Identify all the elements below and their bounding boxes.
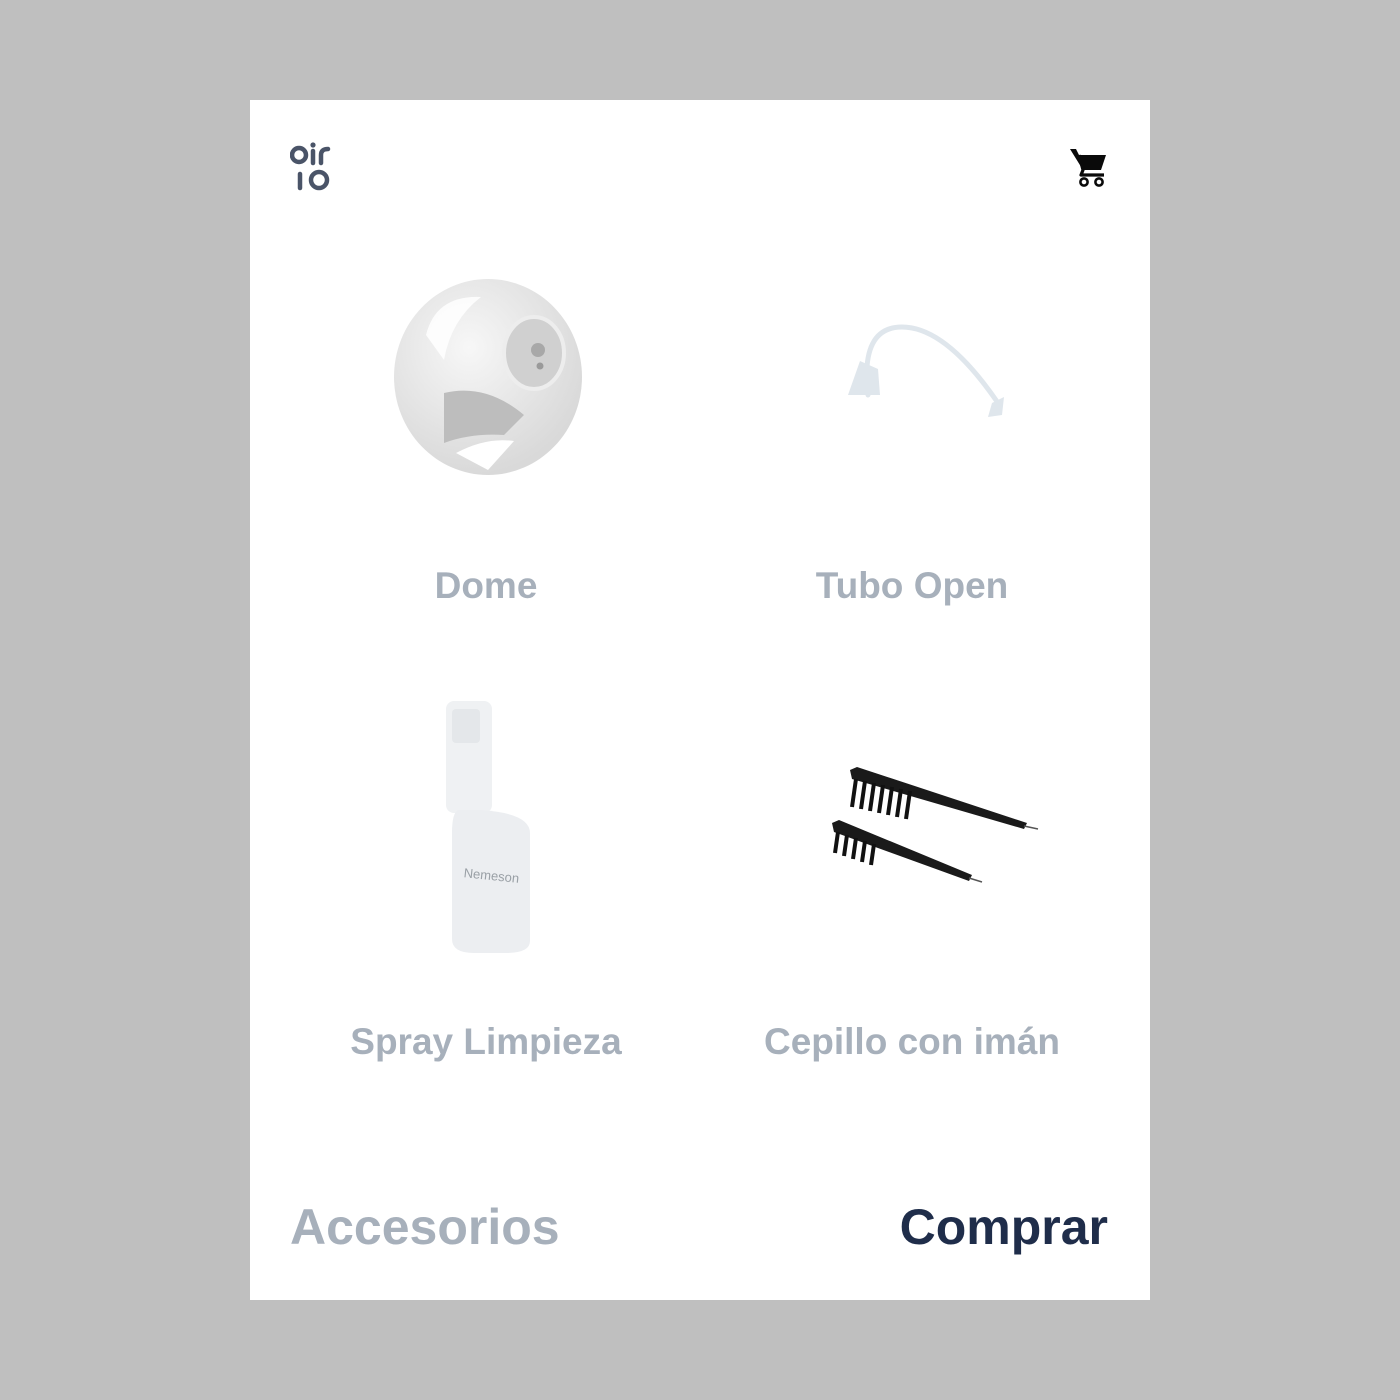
section-title: Accesorios	[290, 1199, 560, 1255]
cleaning-spray-image: Nemeson	[276, 695, 696, 955]
cart-button[interactable]	[1068, 146, 1110, 188]
product-name: Spray Limpieza	[350, 1021, 622, 1062]
buy-button[interactable]: Comprar	[900, 1198, 1108, 1256]
magnet-brush-image	[702, 695, 1122, 955]
product-name: Cepillo con imán	[763, 1021, 1061, 1062]
product-name: Dome	[434, 565, 538, 606]
dome-image	[276, 265, 696, 525]
shopping-cart-icon	[1070, 149, 1106, 187]
product-name: Tubo Open	[815, 565, 1009, 606]
app-screen: Dome Tubo Open Nemeson Spray Limpieza Ce…	[250, 100, 1150, 1300]
open-tube-image	[702, 265, 1122, 525]
logo[interactable]	[289, 142, 334, 194]
oir-io-logo-icon	[289, 142, 331, 191]
